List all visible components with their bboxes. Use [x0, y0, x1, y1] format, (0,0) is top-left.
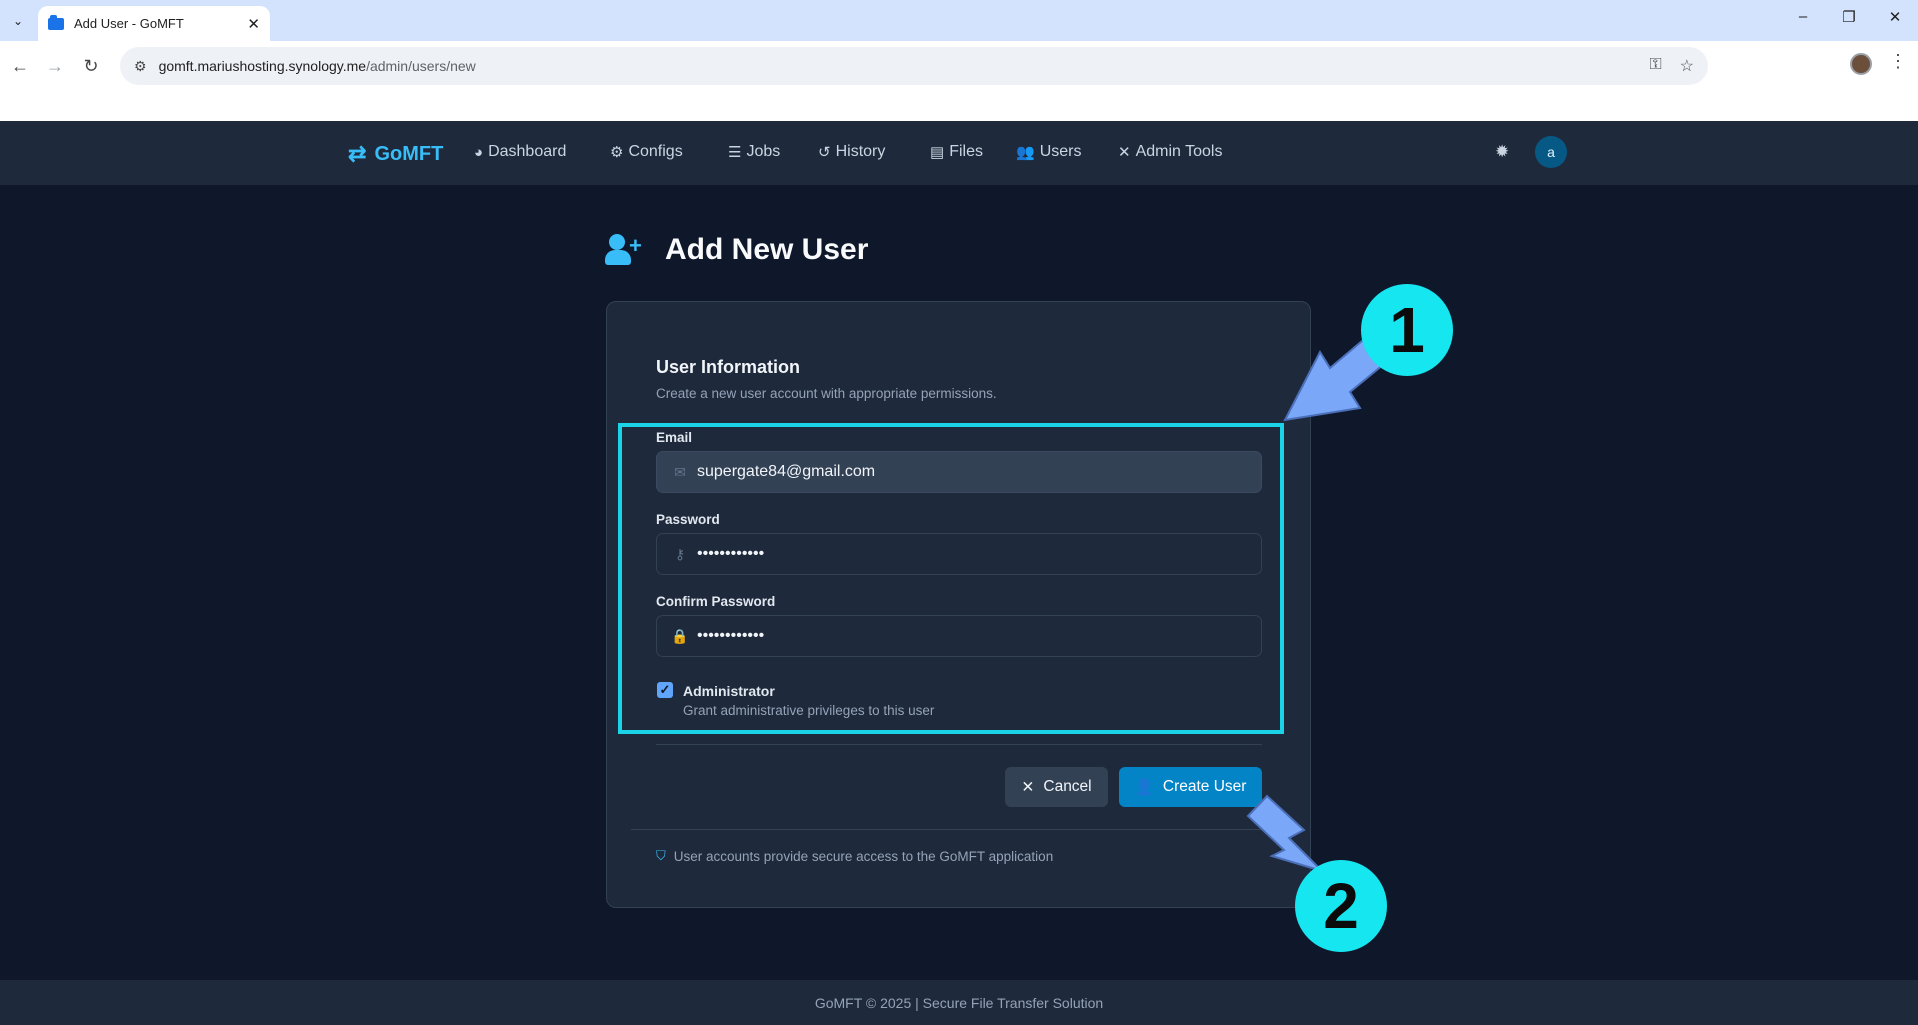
nav-label: Admin Tools [1135, 143, 1223, 160]
nav-users[interactable]: 👥 Users [1016, 143, 1081, 161]
page-footer: GoMFT © 2025 | Secure File Transfer Solu… [0, 980, 1918, 1025]
list-icon: ☰ [728, 144, 742, 161]
nav-dashboard[interactable]: ◕ Dashboard [474, 143, 566, 161]
url-path: /admin/users/new [366, 58, 476, 74]
site-settings-icon[interactable]: ⚙ [134, 58, 147, 75]
brand-name: GoMFT [374, 142, 444, 165]
security-note-text: User accounts provide secure access to t… [673, 848, 1054, 864]
nav-label: Configs [628, 143, 683, 160]
close-icon[interactable]: ✕ [247, 15, 260, 33]
nav-label: Jobs [746, 143, 781, 160]
password-key-icon[interactable]: ⚿ [1649, 56, 1661, 76]
nav-label: Users [1039, 143, 1082, 160]
restore-icon[interactable]: ❐ [1826, 8, 1872, 26]
transfer-arrows-icon: ⇄ [348, 141, 367, 166]
browser-tab-bar: ⌄ Add User - GoMFT ✕ – ❐ ✕ [0, 0, 1918, 41]
page-title: Add New User [665, 233, 869, 266]
bookmark-star-icon[interactable]: ☆ [1680, 56, 1694, 76]
create-user-button[interactable]: 👤 Create User [1119, 767, 1262, 807]
page-header: + Add New User [605, 233, 868, 267]
user-plus-icon: 👤 [1134, 778, 1154, 796]
tab-title: Add User - GoMFT [74, 16, 184, 31]
security-note: ⛉ User accounts provide secure access to… [656, 848, 1053, 864]
app-navbar: ⇄ GoMFT ◕ Dashboard ⚙ Configs ☰ Jobs ↺ H… [0, 121, 1918, 185]
step-badge-1: 1 [1361, 284, 1453, 376]
nav-jobs[interactable]: ☰ Jobs [728, 143, 780, 161]
section-title: User Information [656, 357, 801, 377]
create-label: Create User [1162, 778, 1247, 795]
nav-label: Dashboard [488, 143, 567, 160]
tools-icon: ✕ [1118, 144, 1131, 161]
cancel-button[interactable]: ✕ Cancel [1005, 767, 1108, 807]
window-close-icon[interactable]: ✕ [1872, 8, 1918, 26]
nav-configs[interactable]: ⚙ Configs [610, 143, 683, 161]
section-subtitle: Create a new user account with appropria… [656, 386, 997, 401]
file-icon: ▤ [930, 144, 945, 161]
highlight-box [618, 423, 1284, 734]
step-badge-2: 2 [1295, 860, 1387, 952]
profile-avatar-icon[interactable] [1850, 53, 1872, 75]
dashboard-icon: ◕ [474, 143, 484, 161]
nav-label: Files [949, 143, 983, 160]
divider [631, 829, 1287, 830]
divider [656, 744, 1262, 745]
address-bar[interactable]: ⚙ gomft.mariushosting.synology.me/admin/… [120, 47, 1708, 85]
theme-toggle-icon[interactable]: ✹ [1495, 142, 1509, 162]
history-icon: ↺ [818, 144, 831, 161]
user-avatar[interactable]: a [1535, 136, 1567, 168]
browser-toolbar: ← → ↻ ⚙ gomft.mariushosting.synology.me/… [0, 41, 1918, 121]
nav-history[interactable]: ↺ History [818, 143, 885, 161]
x-icon: ✕ [1021, 778, 1035, 796]
forward-icon[interactable]: → [42, 53, 68, 79]
nav-label: History [835, 143, 886, 160]
footer-text: GoMFT © 2025 | Secure File Transfer Solu… [814, 994, 1104, 1011]
user-plus-icon: + [605, 233, 645, 267]
minimize-icon[interactable]: – [1780, 8, 1826, 25]
cancel-label: Cancel [1043, 778, 1092, 795]
tab-search-icon[interactable]: ⌄ [6, 9, 30, 33]
url-host: gomft.mariushosting.synology.me [158, 58, 367, 74]
browser-tab[interactable]: Add User - GoMFT ✕ [38, 6, 270, 41]
url-text: gomft.mariushosting.synology.me/admin/us… [159, 58, 476, 74]
users-icon: 👥 [1016, 144, 1035, 161]
reload-icon[interactable]: ↻ [78, 53, 104, 79]
shield-icon: ⛉ [656, 848, 666, 863]
back-icon[interactable]: ← [7, 53, 33, 79]
browser-menu-icon[interactable]: ⋮ [1889, 51, 1907, 72]
cogs-icon: ⚙ [610, 144, 624, 161]
nav-files[interactable]: ▤ Files [930, 143, 983, 161]
folder-icon [48, 14, 64, 30]
nav-admin-tools[interactable]: ✕ Admin Tools [1118, 143, 1222, 161]
brand-logo[interactable]: ⇄ GoMFT [348, 141, 443, 167]
